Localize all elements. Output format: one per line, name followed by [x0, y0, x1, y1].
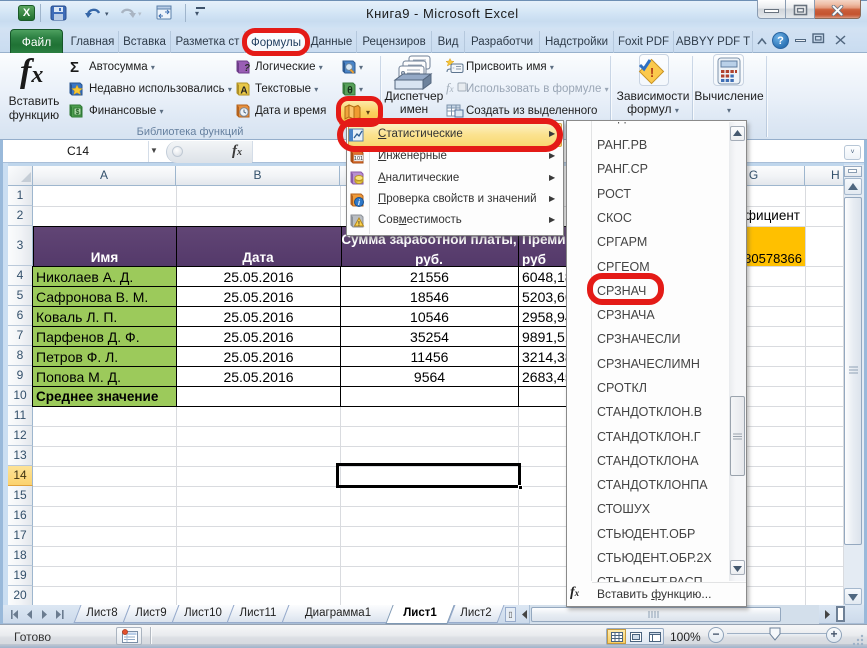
svg-text:101: 101	[354, 156, 363, 162]
svg-text:!: !	[358, 221, 360, 228]
